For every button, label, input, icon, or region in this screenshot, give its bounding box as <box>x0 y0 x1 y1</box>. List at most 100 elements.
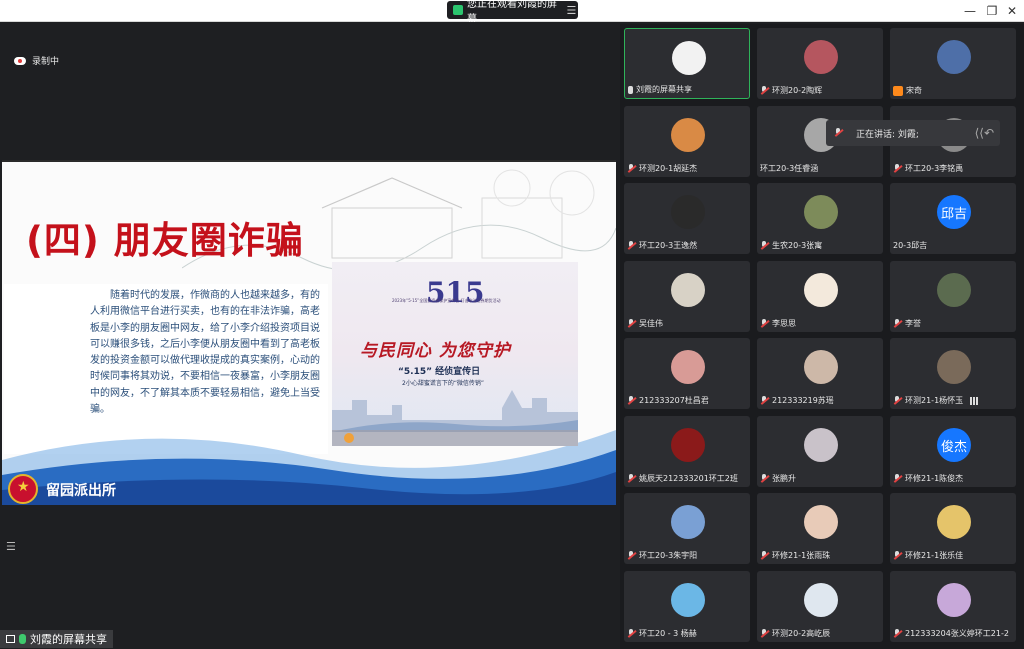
participant-nameplate: 生农20-3张寓 <box>760 240 822 251</box>
play-icon[interactable] <box>344 433 354 443</box>
cloud-record-icon <box>14 56 26 65</box>
participant-nameplate: 姚辰天212333201环工2班 <box>627 473 738 484</box>
video-day-title: “5.15” 经侦宣传日 <box>398 367 481 377</box>
participant-nameplate: 环测20-2高屹辰 <box>760 628 830 639</box>
mic-muted-icon <box>760 396 769 405</box>
participant-avatar <box>937 583 971 617</box>
participant-nameplate: 环修21-1张乐佳 <box>893 550 963 561</box>
participant-tile[interactable]: 212333207杜昌君 <box>624 338 750 409</box>
participant-tile[interactable]: 俊杰环修21-1陈俊杰 <box>890 416 1016 487</box>
menu-icon[interactable]: ☰ <box>565 4 578 17</box>
participant-name: 环工20-3李铭禹 <box>905 164 964 173</box>
list-menu-icon[interactable]: ☰ <box>6 540 22 554</box>
participant-tile[interactable]: 李思思 <box>757 261 883 332</box>
screen-share-icon <box>453 5 463 15</box>
participant-name: 环工20-3王逸然 <box>639 241 698 250</box>
participant-avatar <box>937 505 971 539</box>
mic-on-icon <box>19 634 26 644</box>
participant-tile[interactable]: 环测20-2高屹辰 <box>757 571 883 642</box>
mic-muted-icon <box>627 241 636 250</box>
mic-muted-icon <box>760 86 769 95</box>
participant-name: 环测20-2高屹辰 <box>772 629 831 638</box>
participant-tile[interactable]: 张鹏升 <box>757 416 883 487</box>
participant-avatar <box>671 273 705 307</box>
participant-avatar <box>671 118 705 152</box>
participant-name: 环修21-1张乐佳 <box>905 551 964 560</box>
slide-title: (四) 朋友圈诈骗 <box>26 219 304 262</box>
participant-avatar <box>671 350 705 384</box>
participant-nameplate: 环工20 - 3 杨赫 <box>627 628 697 639</box>
participant-tile[interactable]: 吴佳伟 <box>624 261 750 332</box>
recording-indicator[interactable]: 录制中 <box>14 54 59 67</box>
participant-name: 212333207杜昌君 <box>639 396 709 405</box>
presenter-name: 刘霞的屏幕共享 <box>30 633 107 646</box>
participant-tile[interactable]: 姚辰天212333201环工2班 <box>624 416 750 487</box>
participant-avatar <box>937 273 971 307</box>
police-emblem-icon <box>8 474 38 504</box>
participant-tile[interactable]: 环测20-1胡延杰 <box>624 106 750 177</box>
close-button[interactable]: ✕ <box>1004 3 1020 19</box>
participant-tile[interactable]: 生农20-3张寓 <box>757 183 883 254</box>
mic-muted-icon <box>893 164 902 173</box>
participant-nameplate: 环测20-1胡延杰 <box>627 163 697 174</box>
participant-avatar <box>672 41 706 75</box>
participant-name: 环工20-3朱宇阳 <box>639 551 698 560</box>
participant-tile[interactable]: 环工20-3朱宇阳 <box>624 493 750 564</box>
participant-grid: 刘霞的屏幕共享 环测20-2陶辉 宋奇 环测20-1胡延杰 环工20-3任睿涵 环工20-… <box>620 24 1024 649</box>
user-badge-icon <box>893 85 903 96</box>
participant-tile[interactable]: 环修21-1张雨珠 <box>757 493 883 564</box>
participant-name: 环测20-2陶辉 <box>772 86 823 95</box>
participant-tile[interactable]: 环测20-2陶辉 <box>757 28 883 99</box>
participant-name: 环测21-1杨怀玉 <box>905 396 964 405</box>
participant-name: 李思思 <box>772 319 796 328</box>
participant-nameplate: 吴佳伟 <box>627 318 663 329</box>
participant-avatar <box>804 583 838 617</box>
speaking-indicator: 正在讲话: 刘霞; ⟨⟨↶ <box>826 120 1000 146</box>
mic-muted-icon <box>760 241 769 250</box>
slide-body-text: 随着时代的发展，作微商的人也越来越多，有的人利用微信平台进行买卖，也有的在非法诈… <box>90 290 320 416</box>
participant-tile[interactable]: 刘霞的屏幕共享 <box>624 28 750 99</box>
video-logo-515: 515 <box>426 276 485 309</box>
participant-tile[interactable]: 环修21-1张乐佳 <box>890 493 1016 564</box>
mic-muted-icon <box>627 551 636 560</box>
city-skyline-image <box>332 390 578 432</box>
video-small-caption: 2023年“5·15”全国投资者保护宣传日 打击非法证券期货活动 <box>392 298 501 303</box>
participant-name: 212333204张义婷环工21-2 <box>905 629 1009 638</box>
participant-nameplate: 环测21-1杨怀玉 <box>893 395 981 406</box>
participant-tile[interactable]: 212333219苏瑶 <box>757 338 883 409</box>
participant-avatar <box>671 195 705 229</box>
minimize-button[interactable]: — <box>962 3 978 19</box>
participant-name: 20-3邱吉 <box>893 241 928 250</box>
title-bar: 您正在观看刘霞的屏幕 ☰ — ❐ ✕ <box>0 0 1024 25</box>
participant-nameplate: 李誉 <box>893 318 921 329</box>
participant-avatar <box>804 273 838 307</box>
participant-name: 姚辰天212333201环工2班 <box>639 474 738 483</box>
participant-avatar: 俊杰 <box>937 428 971 462</box>
mic-muted-icon <box>760 319 769 328</box>
participant-name: 环修21-1陈俊杰 <box>905 474 964 483</box>
participant-tile[interactable]: 环工20-3王逸然 <box>624 183 750 254</box>
mic-muted-icon <box>760 629 769 638</box>
participant-name: 吴佳伟 <box>639 319 663 328</box>
participant-name: 张鹏升 <box>772 474 796 483</box>
participant-avatar <box>804 195 838 229</box>
embedded-video[interactable]: 515 2023年“5·15”全国投资者保护宣传日 打击非法证券期货活动 与民同… <box>332 262 578 446</box>
participant-name: 环测20-1胡延杰 <box>639 164 698 173</box>
participant-avatar: 邱吉 <box>937 195 971 229</box>
participant-tile[interactable]: 宋奇 <box>890 28 1016 99</box>
participant-nameplate: 环工20-3朱宇阳 <box>627 550 697 561</box>
participant-tile[interactable]: 李誉 <box>890 261 1016 332</box>
video-controls-bar[interactable] <box>332 430 578 446</box>
mic-muted-icon <box>760 551 769 560</box>
participant-tile[interactable]: 邱吉 20-3邱吉 <box>890 183 1016 254</box>
participant-tile[interactable]: 212333204张义婷环工21-2 <box>890 571 1016 642</box>
share-banner[interactable]: 您正在观看刘霞的屏幕 ☰ <box>447 0 578 25</box>
speaker-arrows-icon: ⟨⟨↶ <box>974 126 994 140</box>
participant-nameplate: 212333219苏瑶 <box>760 395 834 406</box>
restore-button[interactable]: ❐ <box>984 3 1000 19</box>
participant-tile[interactable]: 环工20 - 3 杨赫 <box>624 571 750 642</box>
participant-avatar <box>937 350 971 384</box>
participant-nameplate: 环工20-3王逸然 <box>627 240 697 251</box>
participant-tile[interactable]: 环测21-1杨怀玉 <box>890 338 1016 409</box>
participant-name: 环工20-3任睿涵 <box>760 164 819 173</box>
